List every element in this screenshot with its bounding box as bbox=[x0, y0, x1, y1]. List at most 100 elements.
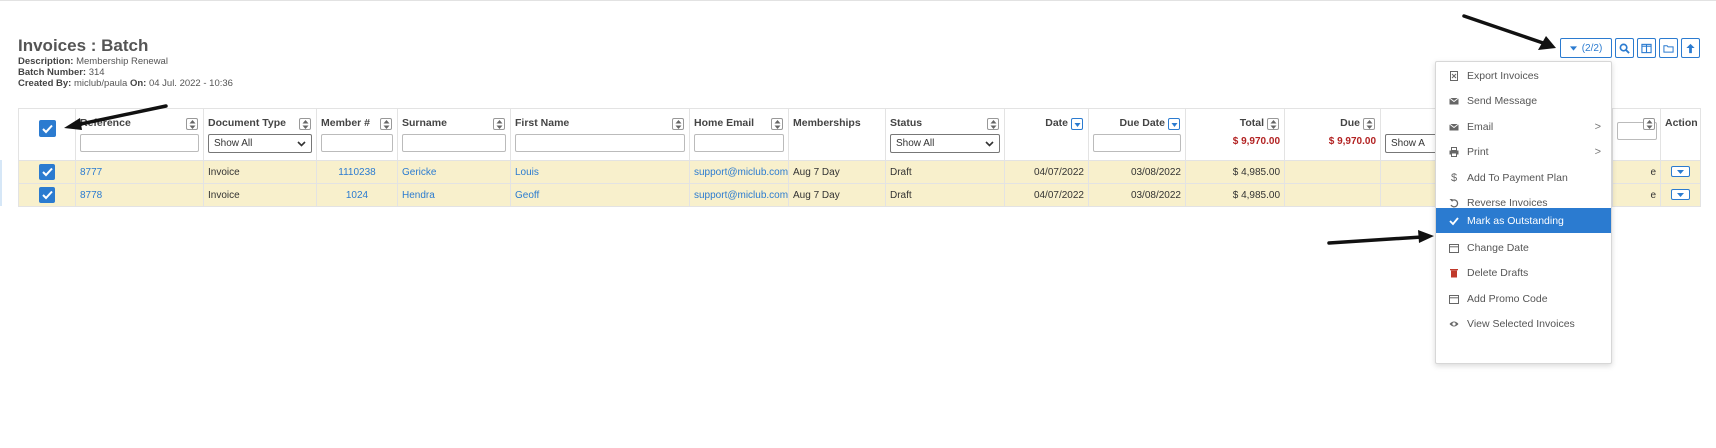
calendar-icon bbox=[1448, 293, 1460, 305]
memberships-cell: Aug 7 Day bbox=[788, 183, 886, 207]
date-cell: 04/07/2022 bbox=[1004, 160, 1089, 184]
hidden-col-cell: e bbox=[1612, 183, 1661, 207]
col-reference[interactable]: Reference bbox=[75, 108, 204, 161]
reference-link[interactable]: 8777 bbox=[80, 167, 102, 178]
submenu-chevron-icon: > bbox=[1594, 120, 1601, 133]
email-link[interactable]: support@miclub.com.au bbox=[694, 190, 788, 201]
search-icon bbox=[1619, 43, 1630, 54]
col-date[interactable]: Date bbox=[1004, 108, 1089, 161]
chevron-down-icon bbox=[985, 140, 994, 147]
row-checkbox[interactable] bbox=[39, 187, 55, 203]
batch-number-value: 314 bbox=[88, 67, 105, 78]
date-cell: 04/07/2022 bbox=[1004, 183, 1089, 207]
menu-item-add-to-payment-plan[interactable]: $ Add To Payment Plan bbox=[1436, 164, 1611, 191]
menu-item-mark-as-outstanding[interactable]: Mark as Outstanding bbox=[1436, 208, 1611, 233]
bulk-actions-menu: Export Invoices Send Message Email > Pri… bbox=[1435, 61, 1612, 364]
col-reference-label: Reference bbox=[80, 117, 131, 129]
surname-filter-input[interactable] bbox=[402, 134, 506, 152]
first-name-filter-input[interactable] bbox=[515, 134, 685, 152]
annotation-arrow-icon bbox=[1327, 230, 1434, 245]
due-date-cell: 03/08/2022 bbox=[1088, 183, 1186, 207]
member-number-filter-input[interactable] bbox=[321, 134, 393, 152]
total-sum: $ 9,970.00 bbox=[1232, 136, 1280, 147]
description-value: Membership Renewal bbox=[76, 56, 168, 67]
folder-button[interactable] bbox=[1659, 38, 1678, 58]
email-link[interactable]: support@miclub.com.au bbox=[694, 167, 788, 178]
menu-item-print[interactable]: Print > bbox=[1436, 138, 1611, 165]
col-member-number[interactable]: Member # bbox=[316, 108, 398, 161]
col-status[interactable]: Status Show All bbox=[885, 108, 1005, 161]
home-email-filter-input[interactable] bbox=[694, 134, 784, 152]
status-filter-select[interactable]: Show All bbox=[890, 134, 1000, 153]
document-type-filter-select[interactable]: Show All bbox=[208, 134, 312, 153]
menu-item-label: Add Promo Code bbox=[1467, 292, 1548, 305]
first-name-cell: Geoff bbox=[510, 183, 690, 207]
menu-item-email[interactable]: Email > bbox=[1436, 113, 1611, 140]
document-type-filter-value: Show All bbox=[214, 138, 253, 149]
menu-item-export-invoices[interactable]: Export Invoices bbox=[1436, 62, 1611, 89]
due-date-cell: 03/08/2022 bbox=[1088, 160, 1186, 184]
sort-desc-icon[interactable] bbox=[1071, 118, 1083, 130]
first-name-link[interactable]: Louis bbox=[515, 167, 539, 178]
select-all-checkbox[interactable] bbox=[38, 120, 56, 137]
memberships-cell: Aug 7 Day bbox=[788, 160, 886, 184]
sort-icon[interactable] bbox=[380, 118, 392, 130]
row-action-button[interactable] bbox=[1671, 166, 1690, 178]
menu-item-send-message[interactable]: Send Message bbox=[1436, 87, 1611, 114]
sort-icon[interactable] bbox=[672, 118, 684, 130]
created-on-label: On: bbox=[129, 78, 147, 89]
print-icon bbox=[1448, 146, 1460, 158]
col-surname[interactable]: Surname bbox=[397, 108, 511, 161]
col-first-name[interactable]: First Name bbox=[510, 108, 690, 161]
col-due[interactable]: Due $ 9,970.00 bbox=[1284, 108, 1381, 161]
row-checkbox[interactable] bbox=[39, 164, 55, 180]
menu-item-label: Export Invoices bbox=[1467, 69, 1539, 82]
col-home-email[interactable]: Home Email bbox=[689, 108, 789, 161]
home-email-cell: support@miclub.com.au bbox=[689, 160, 789, 184]
surname-link[interactable]: Hendra bbox=[402, 190, 435, 201]
columns-button[interactable] bbox=[1637, 38, 1656, 58]
envelope-icon bbox=[1448, 121, 1460, 133]
scroll-top-button[interactable] bbox=[1681, 38, 1700, 58]
member-number-link[interactable]: 1024 bbox=[346, 190, 368, 201]
col-total[interactable]: Total $ 9,970.00 bbox=[1185, 108, 1285, 161]
selection-actions-button[interactable]: (2/2) bbox=[1560, 38, 1612, 58]
status-cell: Draft bbox=[885, 183, 1005, 207]
sort-icon[interactable] bbox=[1267, 118, 1279, 130]
col-hidden-behind-menu[interactable] bbox=[1612, 108, 1661, 161]
sort-icon[interactable] bbox=[1643, 118, 1655, 130]
surname-link[interactable]: Gericke bbox=[402, 167, 436, 178]
menu-item-view-selected-invoices[interactable]: View Selected Invoices bbox=[1436, 310, 1611, 337]
chevron-down-icon bbox=[297, 140, 306, 147]
sort-icon[interactable] bbox=[493, 118, 505, 130]
col-surname-label: Surname bbox=[402, 117, 447, 129]
batch-meta: Description: Membership Renewal Batch Nu… bbox=[18, 56, 233, 89]
search-button[interactable] bbox=[1615, 38, 1634, 58]
sort-icon[interactable] bbox=[299, 118, 311, 130]
col-document-type[interactable]: Document Type Show All bbox=[203, 108, 317, 161]
menu-item-label: Email bbox=[1467, 120, 1494, 133]
member-number-link[interactable]: 1110238 bbox=[338, 167, 375, 178]
menu-item-add-promo-code[interactable]: Add Promo Code bbox=[1436, 285, 1611, 312]
sort-icon[interactable] bbox=[987, 118, 999, 130]
reference-filter-input[interactable] bbox=[80, 134, 199, 152]
sort-icon[interactable] bbox=[771, 118, 783, 130]
calendar-icon bbox=[1448, 242, 1460, 254]
reference-link[interactable]: 8778 bbox=[80, 190, 102, 201]
first-name-link[interactable]: Geoff bbox=[515, 190, 539, 201]
col-status-label: Status bbox=[890, 117, 923, 129]
row-action-button[interactable] bbox=[1671, 189, 1690, 201]
menu-item-label: Print bbox=[1467, 145, 1489, 158]
menu-item-delete-drafts[interactable]: Delete Drafts bbox=[1436, 259, 1611, 286]
eye-icon bbox=[1448, 318, 1460, 330]
check-icon bbox=[41, 167, 53, 177]
col-due-date[interactable]: Due Date bbox=[1088, 108, 1186, 161]
hidden-col-cell: e bbox=[1612, 160, 1661, 184]
menu-item-change-date[interactable]: Change Date bbox=[1436, 234, 1611, 261]
sort-icon[interactable] bbox=[186, 118, 198, 130]
sort-icon[interactable] bbox=[1363, 118, 1375, 130]
due-date-filter-input[interactable] bbox=[1093, 134, 1181, 152]
sort-desc-icon[interactable] bbox=[1168, 118, 1180, 130]
document-type-cell: Invoice bbox=[203, 183, 317, 207]
annotation-arrow-icon bbox=[1462, 14, 1556, 50]
